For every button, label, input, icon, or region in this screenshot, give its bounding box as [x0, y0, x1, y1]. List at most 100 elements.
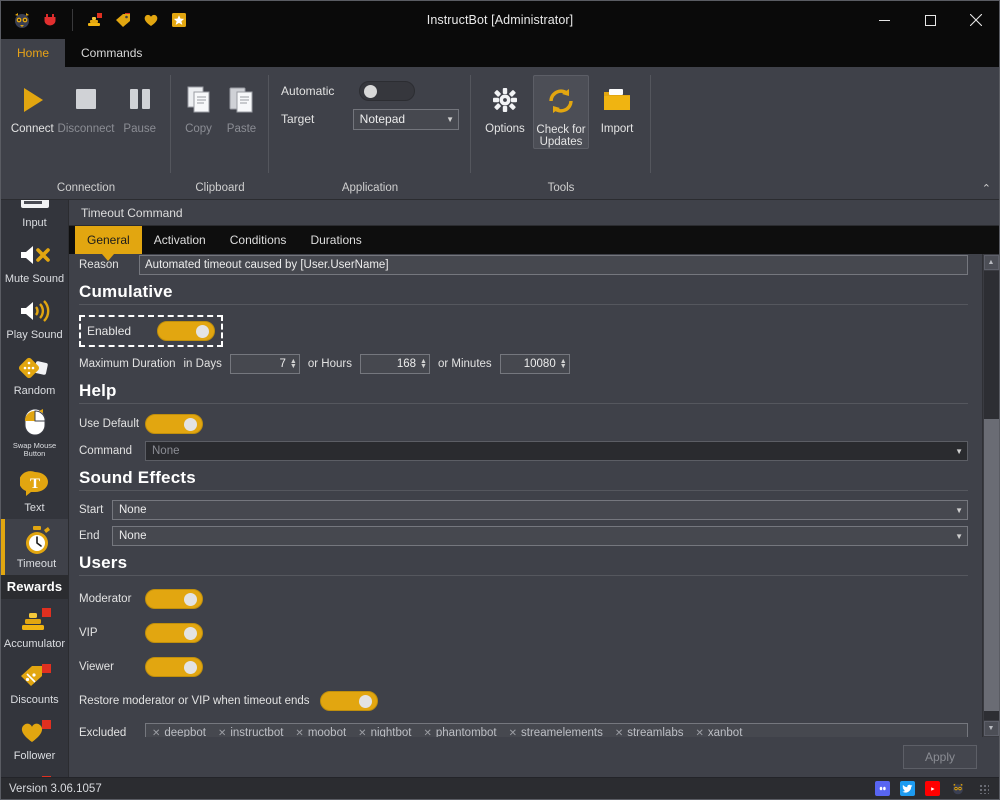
ribbon-tab-home[interactable]: Home — [1, 39, 66, 67]
remove-tag-icon[interactable]: ✕ — [295, 728, 303, 738]
days-spinner[interactable]: 7 ▲ ▼ — [229, 354, 300, 374]
sidebar-item-input[interactable]: Input — [1, 200, 68, 234]
close-button[interactable] — [953, 1, 999, 39]
cumulative-enabled-label: Enabled — [87, 324, 132, 338]
sidebar[interactable]: Input Mute Sound Play Sound Random Swap … — [1, 200, 69, 777]
excluded-tag[interactable]: ✕ deepbot — [152, 727, 206, 737]
sound-end-dropdown[interactable]: None ▼ — [112, 526, 968, 546]
scroll-up-button[interactable]: ▲ — [983, 255, 999, 270]
check-for-updates-button[interactable]: Check for Updates — [532, 75, 590, 149]
coins-icon[interactable] — [82, 7, 108, 33]
sidebar-item-play-sound[interactable]: Play Sound — [1, 290, 68, 346]
scrollbar-track[interactable] — [983, 271, 999, 720]
tab-general[interactable]: General — [75, 226, 142, 261]
apply-button[interactable]: Apply — [903, 745, 977, 769]
keyboard-icon — [20, 200, 50, 216]
ribbon-group-connection-label: Connection — [56, 182, 116, 194]
remove-tag-icon[interactable]: ✕ — [424, 728, 432, 738]
import-button[interactable]: Import — [589, 75, 645, 147]
excluded-tag[interactable]: ✕ streamelements — [509, 727, 603, 737]
tab-conditions[interactable]: Conditions — [218, 226, 299, 254]
app-logo-icon[interactable] — [9, 7, 35, 33]
excluded-tag[interactable]: ✕ instructbot — [218, 727, 283, 737]
vip-toggle[interactable] — [145, 623, 203, 643]
help-command-row: Command None ▼ — [79, 440, 968, 462]
disconnect-button[interactable]: Disconnect — [58, 75, 114, 147]
minutes-spinner[interactable]: 10080 ▲ ▼ — [499, 354, 570, 374]
hours-spinner[interactable]: 168 ▲ ▼ — [359, 354, 430, 374]
vertical-scrollbar[interactable]: ▲ ▼ — [982, 254, 999, 737]
moderator-toggle[interactable] — [145, 589, 203, 609]
sidebar-item-follower[interactable]: Follower — [1, 711, 68, 767]
instructbot-icon[interactable] — [950, 781, 965, 796]
sidebar-item-random[interactable]: Random — [1, 346, 68, 402]
remove-tag-icon[interactable]: ✕ — [218, 728, 226, 738]
sidebar-item-subscriber[interactable]: Subscriber — [1, 767, 68, 777]
sidebar-item-mute-sound-label: Mute Sound — [4, 273, 65, 285]
ribbon-tab-commands[interactable]: Commands — [65, 39, 158, 67]
help-command-dropdown[interactable]: None ▼ — [145, 441, 968, 461]
section-divider — [79, 403, 968, 404]
sidebar-item-follower-label: Follower — [13, 750, 56, 762]
ribbon-collapse-button[interactable]: ⌃ — [982, 182, 991, 195]
twitter-icon[interactable] — [900, 781, 915, 796]
scroll-down-button[interactable]: ▼ — [983, 721, 999, 736]
copy-button[interactable]: Copy — [177, 75, 220, 147]
excluded-tag[interactable]: ✕ nightbot — [358, 727, 411, 737]
scrollbar-thumb[interactable] — [983, 419, 999, 711]
target-combobox[interactable]: Notepad ▼ — [352, 108, 459, 130]
remove-tag-icon[interactable]: ✕ — [615, 728, 623, 738]
excluded-tag[interactable]: ✕ moobot — [295, 727, 346, 737]
youtube-icon[interactable] — [925, 781, 940, 796]
discord-icon[interactable] — [875, 781, 890, 796]
sidebar-item-mute-sound[interactable]: Mute Sound — [1, 234, 68, 290]
spinner-arrows-icon[interactable]: ▲ ▼ — [560, 358, 567, 370]
gear-icon — [490, 79, 520, 121]
section-divider — [79, 490, 968, 491]
remove-tag-icon[interactable]: ✕ — [358, 728, 366, 738]
excluded-tag[interactable]: ✕ phantombot — [424, 727, 497, 737]
section-help-heading: Help — [79, 381, 117, 400]
cumulative-enabled-toggle[interactable] — [157, 321, 216, 341]
resize-grip[interactable] — [979, 783, 989, 794]
automatic-toggle[interactable] — [359, 81, 415, 101]
sidebar-item-timeout[interactable]: Timeout — [1, 519, 68, 575]
social-links — [875, 781, 999, 796]
excluded-tag-label: moobot — [307, 727, 347, 737]
excluded-tag[interactable]: ✕ xanbot — [695, 727, 742, 737]
options-button[interactable]: Options — [477, 75, 533, 147]
stop-icon — [69, 79, 103, 121]
sidebar-item-text[interactable]: T Text — [1, 463, 68, 519]
tab-durations[interactable]: Durations — [298, 226, 373, 254]
heart-icon[interactable] — [138, 7, 164, 33]
viewer-toggle[interactable] — [145, 657, 203, 677]
plug-icon[interactable] — [37, 7, 63, 33]
paste-button[interactable]: Paste — [220, 75, 263, 147]
excluded-tag-label: nightbot — [370, 727, 412, 737]
remove-tag-icon[interactable]: ✕ — [695, 728, 703, 738]
tab-activation[interactable]: Activation — [142, 226, 218, 254]
tag-icon[interactable] — [110, 7, 136, 33]
toggle-knob — [364, 85, 377, 98]
minimize-button[interactable] — [861, 1, 907, 39]
excluded-tags-input[interactable]: ✕ deepbot ✕ instructbot ✕ moobot ✕ nightbot … — [145, 723, 968, 737]
remove-tag-icon[interactable]: ✕ — [509, 728, 517, 738]
sidebar-item-accumulator[interactable]: Accumulator — [1, 599, 68, 655]
toggle-knob — [358, 695, 372, 708]
remove-tag-icon[interactable]: ✕ — [152, 728, 160, 738]
maximize-button[interactable] — [907, 1, 953, 39]
sidebar-item-swap-mouse-button[interactable]: Swap Mouse Button — [1, 402, 68, 463]
excluded-tag-label: instructbot — [230, 727, 284, 737]
sound-start-dropdown[interactable]: None ▼ — [112, 500, 968, 520]
star-icon[interactable] — [166, 7, 192, 33]
restore-toggle[interactable] — [319, 691, 378, 711]
use-default-toggle[interactable] — [145, 414, 203, 434]
connect-button[interactable]: Connect — [7, 75, 58, 147]
reason-input[interactable]: Automated timeout caused by [User.UserNa… — [139, 255, 968, 275]
pause-button[interactable]: Pause — [114, 75, 165, 147]
sidebar-item-discounts[interactable]: Discounts — [1, 655, 68, 711]
options-button-label: Options — [485, 123, 525, 135]
spinner-arrows-icon[interactable]: ▲ ▼ — [290, 358, 297, 370]
spinner-arrows-icon[interactable]: ▲ ▼ — [420, 358, 427, 370]
excluded-tag[interactable]: ✕ streamlabs — [615, 727, 684, 737]
